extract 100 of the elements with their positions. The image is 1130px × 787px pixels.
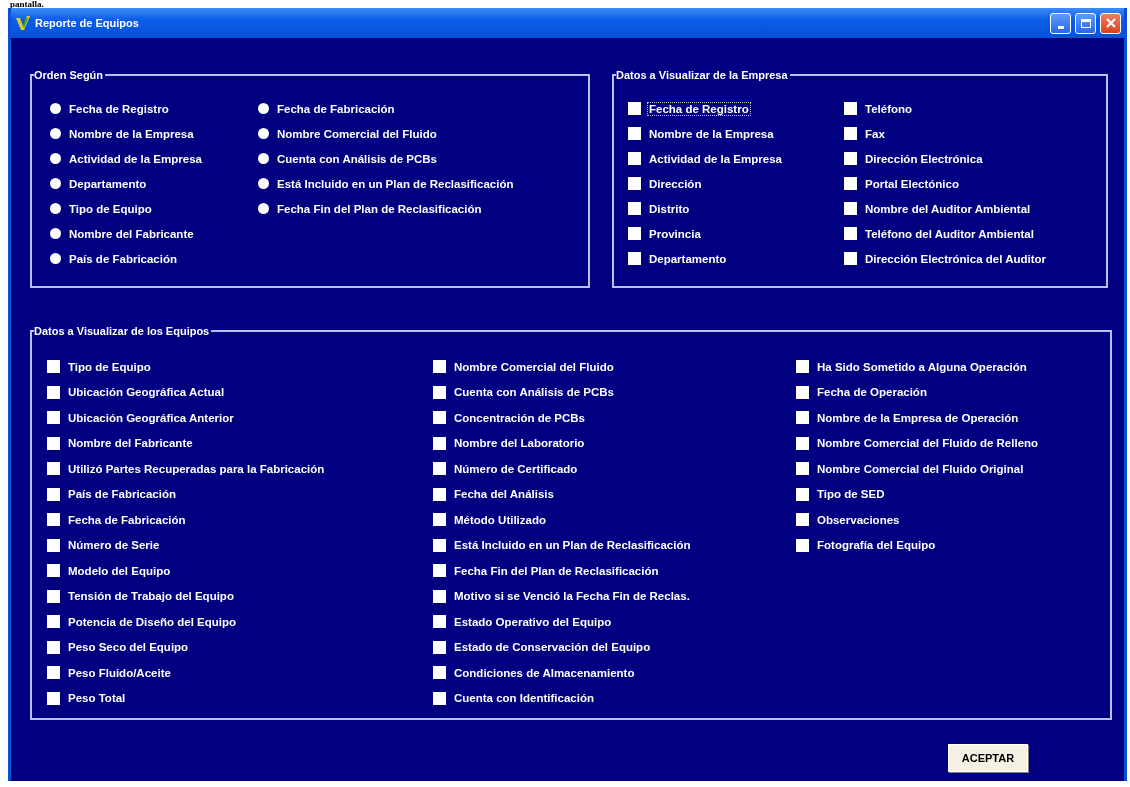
checkbox[interactable] bbox=[47, 589, 60, 603]
checkbox[interactable] bbox=[628, 102, 641, 115]
checkbox[interactable] bbox=[47, 385, 60, 399]
option-label[interactable]: Fecha de Registro bbox=[67, 101, 171, 116]
option-label[interactable]: Provincia bbox=[647, 226, 703, 241]
option-label[interactable]: Fecha de Operación bbox=[815, 385, 929, 400]
checkbox[interactable] bbox=[433, 360, 446, 374]
checkbox[interactable] bbox=[796, 462, 809, 476]
checkbox[interactable] bbox=[47, 436, 60, 450]
checkbox[interactable] bbox=[796, 360, 809, 374]
checkbox[interactable] bbox=[47, 360, 60, 374]
checkbox[interactable] bbox=[628, 177, 641, 190]
option-label[interactable]: Nombre Comercial del Fluido bbox=[275, 126, 439, 141]
option-label[interactable]: Nombre de la Empresa de Operación bbox=[815, 410, 1021, 425]
checkbox[interactable] bbox=[433, 487, 446, 501]
checkbox[interactable] bbox=[433, 666, 446, 680]
checkbox[interactable] bbox=[796, 411, 809, 425]
checkbox[interactable] bbox=[47, 640, 60, 654]
option-label[interactable]: Observaciones bbox=[815, 512, 902, 527]
checkbox[interactable] bbox=[433, 691, 446, 705]
radio-button[interactable] bbox=[258, 128, 269, 139]
option-label[interactable]: Peso Seco del Equipo bbox=[66, 640, 191, 655]
option-label[interactable]: Tipo de Equipo bbox=[66, 359, 153, 374]
option-label[interactable]: Ha Sido Sometido a Alguna Operación bbox=[815, 359, 1029, 374]
option-label[interactable]: Peso Total bbox=[66, 691, 128, 706]
radio-button[interactable] bbox=[50, 203, 61, 214]
checkbox[interactable] bbox=[628, 227, 641, 240]
option-label[interactable]: País de Fabricación bbox=[66, 487, 178, 502]
checkbox[interactable] bbox=[47, 513, 60, 527]
option-label[interactable]: Cuenta con Análisis de PCBs bbox=[452, 385, 616, 400]
checkbox[interactable] bbox=[47, 462, 60, 476]
checkbox[interactable] bbox=[844, 252, 857, 265]
checkbox[interactable] bbox=[47, 487, 60, 501]
option-label[interactable]: Motivo si se Venció la Fecha Fin de Reclas. bbox=[452, 589, 692, 604]
option-label[interactable]: Nombre del Laboratorio bbox=[452, 436, 587, 451]
checkbox[interactable] bbox=[433, 385, 446, 399]
minimize-button[interactable] bbox=[1050, 12, 1071, 34]
option-label[interactable]: Fecha de Fabricación bbox=[66, 512, 188, 527]
option-label[interactable]: Teléfono del Auditor Ambiental bbox=[863, 226, 1036, 241]
option-label[interactable]: Cuenta con Identificación bbox=[452, 691, 596, 706]
checkbox[interactable] bbox=[796, 538, 809, 552]
checkbox[interactable] bbox=[844, 177, 857, 190]
radio-button[interactable] bbox=[50, 128, 61, 139]
option-label[interactable]: Está Incluido en un Plan de Reclasificación bbox=[452, 538, 693, 553]
option-label[interactable]: Cuenta con Análisis de PCBs bbox=[275, 151, 439, 166]
option-label[interactable]: Dirección Electrónica del Auditor bbox=[863, 251, 1049, 266]
option-label[interactable]: Dirección Electrónica bbox=[863, 151, 985, 166]
checkbox[interactable] bbox=[628, 127, 641, 140]
checkbox[interactable] bbox=[433, 436, 446, 450]
radio-button[interactable] bbox=[258, 153, 269, 164]
checkbox[interactable] bbox=[796, 513, 809, 527]
option-label[interactable]: Ubicación Geográfica Anterior bbox=[66, 410, 236, 425]
option-label[interactable]: Fecha Fin del Plan de Reclasificación bbox=[452, 563, 661, 578]
checkbox[interactable] bbox=[844, 102, 857, 115]
radio-button[interactable] bbox=[50, 103, 61, 114]
option-label[interactable]: Distrito bbox=[647, 201, 692, 216]
option-label[interactable]: Fecha de Registro bbox=[647, 101, 751, 116]
option-label[interactable]: País de Fabricación bbox=[67, 251, 179, 266]
checkbox[interactable] bbox=[433, 615, 446, 629]
option-label[interactable]: Departamento bbox=[647, 251, 729, 266]
option-label[interactable]: Nombre del Fabricante bbox=[67, 226, 196, 241]
radio-button[interactable] bbox=[50, 153, 61, 164]
checkbox[interactable] bbox=[844, 227, 857, 240]
option-label[interactable]: Fax bbox=[863, 126, 887, 141]
checkbox[interactable] bbox=[433, 640, 446, 654]
option-label[interactable]: Tipo de Equipo bbox=[67, 201, 154, 216]
checkbox[interactable] bbox=[796, 385, 809, 399]
checkbox[interactable] bbox=[47, 615, 60, 629]
option-label[interactable]: Potencia de Diseño del Equipo bbox=[66, 614, 239, 629]
option-label[interactable]: Condiciones de Almacenamiento bbox=[452, 665, 637, 680]
option-label[interactable]: Número de Serie bbox=[66, 538, 162, 553]
radio-button[interactable] bbox=[50, 253, 61, 264]
checkbox[interactable] bbox=[47, 691, 60, 705]
option-label[interactable]: Teléfono bbox=[863, 101, 915, 116]
option-label[interactable]: Estado de Conservación del Equipo bbox=[452, 640, 653, 655]
checkbox[interactable] bbox=[47, 564, 60, 578]
option-label[interactable]: Nombre de la Empresa bbox=[647, 126, 776, 141]
checkbox[interactable] bbox=[433, 411, 446, 425]
option-label[interactable]: Nombre Comercial del Fluido Original bbox=[815, 461, 1026, 476]
option-label[interactable]: Tensión de Trabajo del Equipo bbox=[66, 589, 236, 604]
option-label[interactable]: Utilizó Partes Recuperadas para la Fabricación bbox=[66, 461, 327, 476]
checkbox[interactable] bbox=[433, 589, 446, 603]
option-label[interactable]: Actividad de la Empresa bbox=[67, 151, 204, 166]
option-label[interactable]: Peso Fluido/Aceite bbox=[66, 665, 173, 680]
option-label[interactable]: Nombre Comercial del Fluido de Relleno bbox=[815, 436, 1041, 451]
option-label[interactable]: Fotografía del Equipo bbox=[815, 538, 938, 553]
option-label[interactable]: Portal Electónico bbox=[863, 176, 961, 191]
checkbox[interactable] bbox=[844, 127, 857, 140]
checkbox[interactable] bbox=[844, 152, 857, 165]
option-label[interactable]: Número de Certificado bbox=[452, 461, 580, 476]
radio-button[interactable] bbox=[258, 178, 269, 189]
checkbox[interactable] bbox=[433, 462, 446, 476]
checkbox[interactable] bbox=[47, 666, 60, 680]
option-label[interactable]: Fecha del Análisis bbox=[452, 487, 556, 502]
radio-button[interactable] bbox=[50, 228, 61, 239]
option-label[interactable]: Método Utilizado bbox=[452, 512, 548, 527]
option-label[interactable]: Estado Operativo del Equipo bbox=[452, 614, 614, 629]
option-label[interactable]: Nombre del Auditor Ambiental bbox=[863, 201, 1033, 216]
checkbox[interactable] bbox=[844, 202, 857, 215]
accept-button[interactable]: ACEPTAR bbox=[948, 744, 1028, 772]
